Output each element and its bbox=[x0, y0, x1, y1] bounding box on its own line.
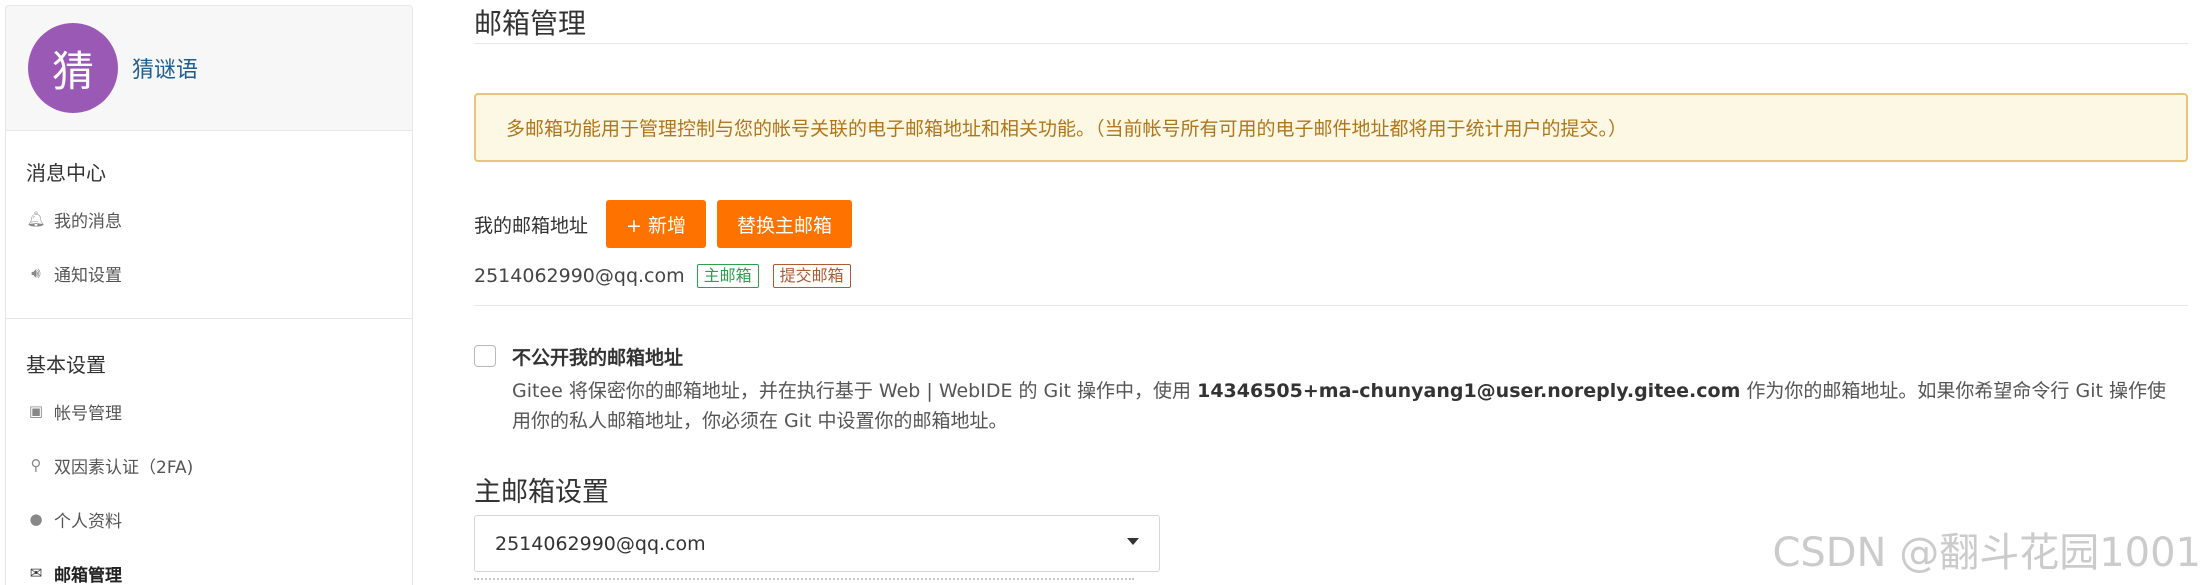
add-email-button[interactable]: + 新增 bbox=[606, 200, 706, 248]
sidebar-item-profile[interactable]: ● 个人资料 bbox=[6, 492, 412, 546]
primary-email-settings-title: 主邮箱设置 bbox=[474, 477, 609, 508]
private-email-title[interactable]: 不公开我的邮箱地址 bbox=[512, 343, 683, 370]
sidebar-item-my-messages[interactable]: 🔔︎ 我的消息 bbox=[6, 192, 412, 246]
user-icon: ● bbox=[29, 510, 43, 528]
cut-off-text bbox=[474, 578, 1134, 585]
email-list-divider bbox=[474, 305, 2188, 306]
bell-icon: 🔔︎ bbox=[26, 210, 46, 228]
user-key-icon: ⚲ bbox=[30, 456, 42, 474]
sidebar-item-label: 我的消息 bbox=[54, 211, 122, 232]
page: 猜 猜谜语 消息中心 🔔︎ 我的消息 🔊︎ 通知设置 基本设置 ▣ 帐号管理 ⚲… bbox=[0, 0, 2207, 585]
watermark: CSDN @翻斗花园1001 bbox=[1772, 530, 2201, 576]
page-title: 邮箱管理 bbox=[474, 7, 587, 40]
sidebar-item-email[interactable]: ✉ 邮箱管理 bbox=[6, 546, 412, 585]
sidebar-item-label: 帐号管理 bbox=[54, 403, 122, 424]
my-emails-row: 我的邮箱地址 + 新增 替换主邮箱 bbox=[474, 200, 852, 248]
sidebar: 猜 猜谜语 消息中心 🔔︎ 我的消息 🔊︎ 通知设置 基本设置 ▣ 帐号管理 ⚲… bbox=[5, 5, 413, 585]
sidebar-item-label: 通知设置 bbox=[54, 265, 122, 286]
private-email-description: Gitee 将保密你的邮箱地址，并在执行基于 Web | WebIDE 的 Gi… bbox=[512, 376, 2182, 436]
info-notice: 多邮箱功能用于管理控制与您的帐号关联的电子邮箱地址和相关功能。（当前帐号所有可用… bbox=[474, 93, 2188, 162]
commit-email-badge: 提交邮箱 bbox=[772, 264, 851, 288]
profile-header: 猜 猜谜语 bbox=[6, 6, 412, 131]
sidebar-item-account[interactable]: ▣ 帐号管理 bbox=[6, 384, 412, 438]
sidebar-item-label: 邮箱管理 bbox=[54, 565, 122, 585]
my-emails-label: 我的邮箱地址 bbox=[474, 214, 589, 237]
section-title-messages: 消息中心 bbox=[26, 161, 106, 185]
sidebar-item-label: 双因素认证（2FA) bbox=[54, 457, 194, 478]
private-desc-text: Gitee 将保密你的邮箱地址，并在执行基于 Web | WebIDE 的 Gi… bbox=[512, 380, 1198, 402]
id-card-icon: ▣ bbox=[28, 402, 44, 420]
switch-primary-button[interactable]: 替换主邮箱 bbox=[716, 200, 852, 248]
section-title-basic-settings: 基本设置 bbox=[26, 353, 106, 377]
speaker-icon: 🔊︎ bbox=[31, 264, 41, 282]
private-email-checkbox[interactable] bbox=[474, 345, 496, 367]
sidebar-item-2fa[interactable]: ⚲ 双因素认证（2FA) bbox=[6, 438, 412, 492]
primary-email-badge: 主邮箱 bbox=[696, 264, 759, 288]
username-link[interactable]: 猜谜语 bbox=[132, 52, 198, 84]
envelope-icon: ✉ bbox=[29, 564, 43, 582]
noreply-email: 14346505+ma-chunyang1@user.noreply.gitee… bbox=[1197, 380, 1741, 402]
primary-email-select[interactable]: 2514062990@qq.com bbox=[474, 515, 1160, 572]
select-value: 2514062990@qq.com bbox=[495, 532, 706, 555]
email-list-item: 2514062990@qq.com 主邮箱 提交邮箱 bbox=[474, 264, 851, 288]
sidebar-item-label: 个人资料 bbox=[54, 511, 122, 532]
chevron-down-icon bbox=[1127, 538, 1139, 545]
avatar[interactable]: 猜 bbox=[28, 23, 118, 113]
sidebar-item-notification-settings[interactable]: 🔊︎ 通知设置 bbox=[6, 246, 412, 300]
title-divider bbox=[474, 43, 2188, 44]
sidebar-divider bbox=[6, 318, 412, 319]
email-address: 2514062990@qq.com bbox=[474, 265, 685, 287]
